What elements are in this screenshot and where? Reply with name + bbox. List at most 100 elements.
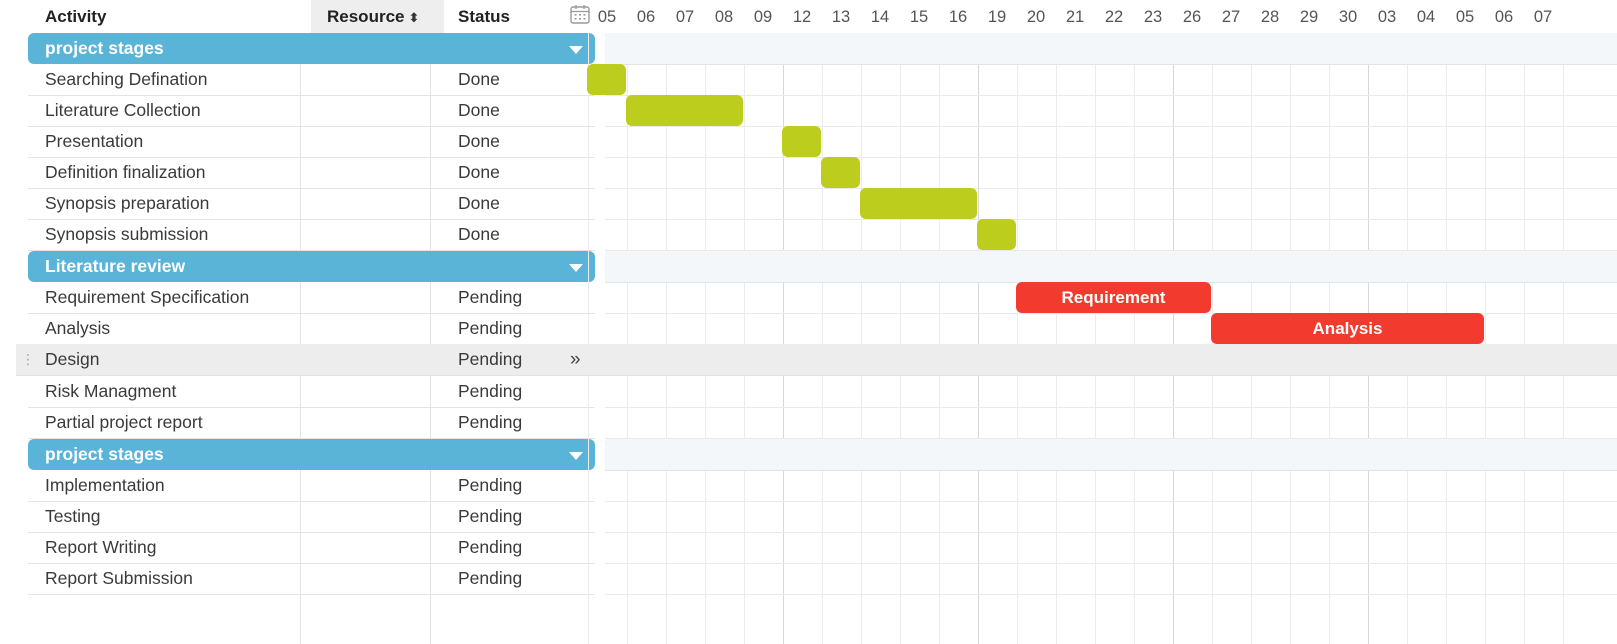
caret-down-icon[interactable] bbox=[569, 264, 583, 272]
task-status: Done bbox=[458, 193, 500, 213]
gantt-row bbox=[605, 64, 1617, 96]
task-bar[interactable]: Requirement bbox=[1016, 282, 1211, 313]
day-label: 27 bbox=[1221, 8, 1241, 26]
task-status: Pending bbox=[458, 475, 523, 495]
day-label: 21 bbox=[1065, 8, 1085, 26]
day-label: 08 bbox=[714, 8, 734, 26]
task-row[interactable]: Literature Collection Done bbox=[28, 95, 595, 127]
gantt-row bbox=[605, 126, 1617, 158]
expand-icon[interactable]: » bbox=[570, 344, 581, 375]
caret-down-icon[interactable] bbox=[569, 46, 583, 54]
task-status: Done bbox=[458, 69, 500, 89]
task-row[interactable]: Synopsis preparation Done bbox=[28, 188, 595, 220]
resource-column-header[interactable]: Resource ⬍ bbox=[311, 0, 444, 33]
task-row[interactable]: Report Writing Pending bbox=[28, 532, 595, 564]
task-activity: Testing bbox=[45, 506, 101, 526]
day-label: 16 bbox=[948, 8, 968, 26]
day-label: 14 bbox=[870, 8, 890, 26]
day-label: 20 bbox=[1026, 8, 1046, 26]
task-status: Pending bbox=[458, 381, 523, 401]
day-label: 07 bbox=[675, 8, 695, 26]
task-status: Pending bbox=[458, 568, 523, 588]
gantt-row bbox=[605, 95, 1617, 127]
task-row[interactable]: Searching Defination Done bbox=[28, 64, 595, 96]
task-row[interactable]: Synopsis submission Done bbox=[28, 219, 595, 251]
task-row[interactable]: Definition finalization Done bbox=[28, 157, 595, 189]
day-label: 09 bbox=[753, 8, 773, 26]
group-header-literature-review[interactable]: Literature review bbox=[28, 251, 595, 282]
task-activity: Synopsis submission bbox=[45, 224, 209, 244]
group-band bbox=[605, 439, 1617, 471]
day-label: 07 bbox=[1533, 8, 1553, 26]
gantt-row bbox=[605, 219, 1617, 251]
day-label: 06 bbox=[636, 8, 656, 26]
sort-icon[interactable]: ⬍ bbox=[408, 10, 419, 25]
task-row[interactable]: Analysis Pending bbox=[28, 313, 595, 345]
day-label: 12 bbox=[792, 8, 812, 26]
gantt-row bbox=[605, 188, 1617, 220]
task-activity: Definition finalization bbox=[45, 162, 206, 182]
task-activity: Requirement Specification bbox=[45, 287, 250, 307]
task-activity: Report Submission bbox=[45, 568, 193, 588]
task-row[interactable]: Presentation Done bbox=[28, 126, 595, 158]
day-label: 19 bbox=[987, 8, 1007, 26]
day-label: 06 bbox=[1494, 8, 1514, 26]
task-bar[interactable] bbox=[626, 95, 743, 126]
task-activity: Synopsis preparation bbox=[45, 193, 210, 213]
gantt-row bbox=[605, 376, 1617, 408]
task-status: Done bbox=[458, 224, 500, 244]
day-label: 26 bbox=[1182, 8, 1202, 26]
day-label: 15 bbox=[909, 8, 929, 26]
task-row[interactable]: Requirement Specification Pending bbox=[28, 282, 595, 314]
gantt-row bbox=[605, 470, 1617, 502]
group-label: project stages bbox=[45, 38, 164, 58]
task-activity: Design bbox=[45, 349, 100, 369]
task-bar[interactable] bbox=[977, 219, 1016, 250]
task-status: Pending bbox=[458, 506, 523, 526]
task-bar[interactable] bbox=[821, 157, 860, 188]
status-column-header[interactable]: Status bbox=[458, 0, 558, 33]
task-row-selected[interactable]: ⋮ Design Pending » bbox=[16, 344, 1617, 376]
resource-column-label: Resource bbox=[327, 7, 405, 26]
day-label: 03 bbox=[1377, 8, 1397, 26]
task-bar[interactable] bbox=[587, 64, 626, 95]
task-row[interactable]: Partial project report Pending bbox=[28, 407, 595, 439]
task-activity: Presentation bbox=[45, 131, 144, 151]
task-status: Pending bbox=[458, 412, 523, 432]
day-label: 05 bbox=[597, 8, 617, 26]
activity-column-header[interactable]: Activity bbox=[45, 0, 300, 33]
task-row[interactable]: Testing Pending bbox=[28, 501, 595, 533]
task-activity: Searching Defination bbox=[45, 69, 208, 89]
gantt-row bbox=[605, 407, 1617, 439]
day-label: 23 bbox=[1143, 8, 1163, 26]
drag-handle-icon[interactable]: ⋮ bbox=[21, 344, 35, 375]
group-header-project-stages[interactable]: project stages bbox=[28, 33, 595, 64]
task-bar[interactable] bbox=[782, 126, 821, 157]
day-label: 30 bbox=[1338, 8, 1358, 26]
group-band bbox=[605, 33, 1617, 65]
day-label: 04 bbox=[1416, 8, 1436, 26]
day-label: 28 bbox=[1260, 8, 1280, 26]
task-row[interactable]: Report Submission Pending bbox=[28, 563, 595, 595]
group-header-project-stages-2[interactable]: project stages bbox=[28, 439, 595, 470]
task-bar[interactable]: Analysis bbox=[1211, 313, 1484, 344]
task-status: Done bbox=[458, 162, 500, 182]
task-bar[interactable] bbox=[860, 188, 977, 219]
task-activity: Report Writing bbox=[45, 537, 157, 557]
task-activity: Risk Managment bbox=[45, 381, 177, 401]
day-label: 13 bbox=[831, 8, 851, 26]
task-activity: Literature Collection bbox=[45, 100, 201, 120]
grid-line bbox=[588, 33, 589, 644]
day-label: 29 bbox=[1299, 8, 1319, 26]
gantt-row bbox=[605, 157, 1617, 189]
gantt-timeline: 05 06 07 08 09 12 13 14 15 16 19 20 21 22 23 26 27 28 29 30… bbox=[587, 0, 1617, 644]
task-status: Pending bbox=[458, 287, 523, 307]
gantt-row bbox=[605, 563, 1617, 595]
task-status: Pending bbox=[458, 349, 523, 369]
activity-table: Activity Resource ⬍ Status project stages… bbox=[0, 0, 600, 644]
group-label: project stages bbox=[45, 444, 164, 464]
task-row[interactable]: Implementation Pending bbox=[28, 470, 595, 502]
caret-down-icon[interactable] bbox=[569, 452, 583, 460]
task-activity: Analysis bbox=[45, 318, 111, 338]
task-row[interactable]: Risk Managment Pending bbox=[28, 376, 595, 408]
